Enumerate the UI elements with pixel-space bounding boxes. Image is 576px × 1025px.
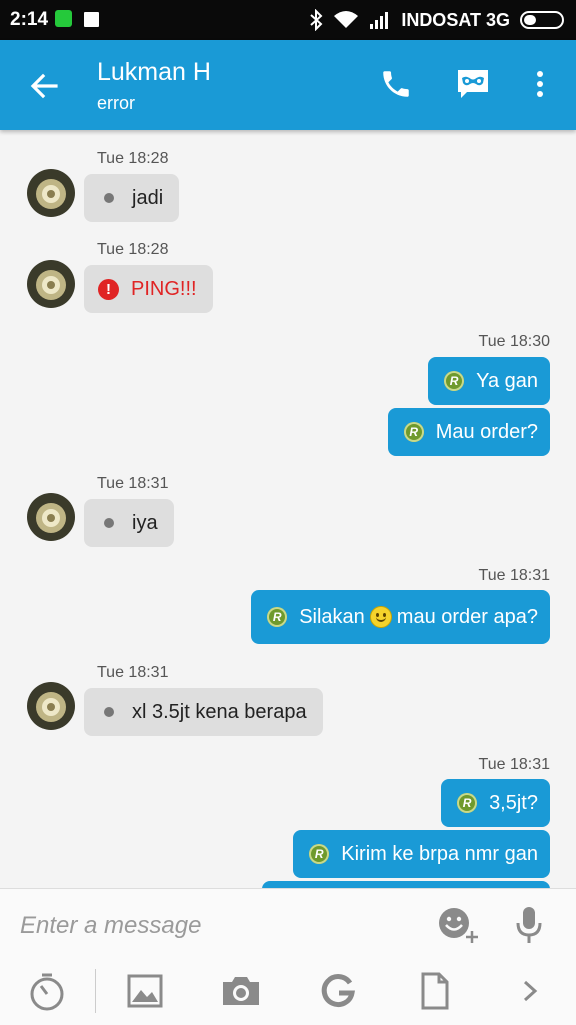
stopwatch-icon xyxy=(30,973,64,1011)
status-indicators: INDOSAT 3G xyxy=(309,7,566,33)
file-icon xyxy=(421,972,449,1010)
message-timestamp: Tue 18:31 xyxy=(478,756,550,773)
carrier-label: INDOSAT 3G xyxy=(401,9,510,30)
incoming-message-bubble[interactable]: xl 3.5jt kena berapa xyxy=(84,688,323,736)
bbm-chat-button[interactable] xyxy=(451,62,495,106)
chevron-right-icon xyxy=(523,980,538,1002)
contact-status: error xyxy=(97,93,136,113)
google-button[interactable] xyxy=(314,967,362,1015)
message-list[interactable]: Tue 18:28 jadi Tue 18:28 ! PING!!! Tue 1… xyxy=(0,130,576,888)
ping-message-bubble[interactable]: ! PING!!! xyxy=(84,265,213,313)
battery-icon xyxy=(520,11,564,29)
call-button[interactable] xyxy=(374,62,418,106)
voice-input-button[interactable] xyxy=(505,901,553,949)
avatar[interactable] xyxy=(27,493,75,541)
incoming-message-bubble[interactable]: jadi xyxy=(84,174,180,222)
camera-button[interactable] xyxy=(217,967,265,1015)
back-button[interactable] xyxy=(22,64,66,108)
message-text: jadi xyxy=(132,186,164,209)
message-timestamp: Tue 18:30 xyxy=(478,333,550,350)
whatsapp-icon xyxy=(55,10,72,27)
contact-avatar-image xyxy=(27,260,75,308)
status-time: 2:14 xyxy=(10,9,49,30)
outgoing-message-bubble[interactable]: R Kirim ke brpa nmr gan xyxy=(293,830,550,878)
more-vert-icon xyxy=(537,71,543,97)
contact-avatar-image xyxy=(27,493,75,541)
status-bar: 2:14 INDOSAT 3G xyxy=(0,0,576,40)
contact-avatar-image xyxy=(27,169,75,217)
wifi-icon xyxy=(334,11,359,28)
bbm-icon xyxy=(82,10,101,29)
message-text: 3,5jt? xyxy=(489,791,538,814)
overflow-menu-button[interactable] xyxy=(518,62,562,106)
alert-icon: ! xyxy=(98,278,119,300)
bluetooth-icon xyxy=(310,9,323,31)
more-options-button[interactable] xyxy=(506,967,554,1015)
read-receipt-icon: R xyxy=(267,607,288,627)
message-text: PING!!! xyxy=(131,277,197,300)
emoji-button[interactable] xyxy=(434,901,482,949)
read-receipt-icon: R xyxy=(444,371,465,391)
incoming-message-bubble[interactable]: iya xyxy=(84,499,174,547)
signal-icon xyxy=(370,12,389,29)
read-receipt-icon: R xyxy=(403,422,424,442)
avatar[interactable] xyxy=(27,169,75,217)
message-text: Ya gan xyxy=(476,369,538,392)
message-timestamp: Tue 18:31 xyxy=(97,475,169,492)
outgoing-message-bubble-partial[interactable] xyxy=(262,881,550,888)
arrow-back-icon xyxy=(30,73,58,99)
message-text: xl 3.5jt kena berapa xyxy=(132,700,307,723)
status-dot-icon xyxy=(104,193,114,203)
message-timestamp: Tue 18:28 xyxy=(97,150,169,167)
timer-button[interactable] xyxy=(23,967,71,1015)
message-text: iya xyxy=(132,511,158,534)
image-icon xyxy=(127,974,163,1008)
outgoing-message-bubble[interactable]: R Ya gan xyxy=(428,357,550,405)
phone-icon xyxy=(383,71,409,97)
avatar[interactable] xyxy=(27,682,75,730)
status-dot-icon xyxy=(104,518,114,528)
attach-file-button[interactable] xyxy=(411,967,459,1015)
contact-avatar-image xyxy=(27,682,75,730)
composer xyxy=(0,888,576,1025)
camera-icon xyxy=(223,977,259,1005)
add-emoji-icon xyxy=(439,908,478,943)
outgoing-message-bubble[interactable]: R Mau order? xyxy=(387,408,550,456)
contact-name[interactable]: Lukman H xyxy=(97,58,211,87)
message-text: Mau order? xyxy=(435,420,538,443)
chat-mask-icon xyxy=(458,70,488,98)
read-receipt-icon: R xyxy=(309,844,330,864)
smiley-emoji-icon xyxy=(369,606,392,629)
conversation-header: Lukman H error xyxy=(0,40,576,130)
message-timestamp: Tue 18:28 xyxy=(97,241,169,258)
toolbar-divider xyxy=(95,969,96,1013)
message-timestamp: Tue 18:31 xyxy=(478,567,550,584)
status-dot-icon xyxy=(104,707,114,717)
microphone-icon xyxy=(516,907,542,943)
avatar[interactable] xyxy=(27,260,75,308)
message-input[interactable] xyxy=(18,903,422,949)
message-text: Kirim ke brpa nmr gan xyxy=(341,842,538,865)
outgoing-message-bubble[interactable]: R 3,5jt? xyxy=(441,779,550,827)
read-receipt-icon: R xyxy=(457,793,478,813)
message-text: Silakan mau order apa? xyxy=(299,605,538,629)
google-g-icon xyxy=(321,974,355,1008)
message-timestamp: Tue 18:31 xyxy=(97,664,169,681)
gallery-button[interactable] xyxy=(121,967,169,1015)
outgoing-message-bubble[interactable]: R Silakan mau order apa? xyxy=(251,590,550,644)
